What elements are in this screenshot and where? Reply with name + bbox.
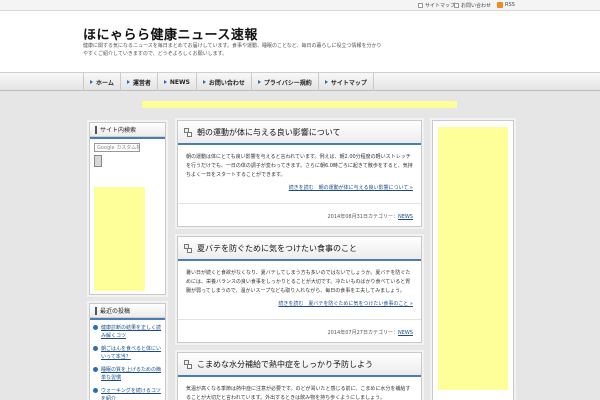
bullet-arrow-icon (93, 388, 98, 393)
rss-icon (497, 2, 503, 8)
post-title[interactable]: 朝の運動が体に与える良い影響について (197, 127, 341, 138)
sidebar-ad-right[interactable] (438, 127, 508, 390)
recent-post-link[interactable]: 健康診断の結果を正しく読み解くコツ (93, 324, 162, 340)
site-description: 健康に関する気になるニュースを毎日まとめてお届けしています。食事や運動、睡眠のこ… (83, 43, 382, 57)
arrow-right-icon (90, 80, 93, 84)
rss-link-label: RSS (505, 2, 515, 8)
recent-posts-widget: 最近の投稿 健康診断の結果を正しく読み解くコツ 朝ごはんを食べると体にいいって本… (89, 303, 166, 400)
post-excerpt: 気温が高くなる季節は熱中症に注意が必要です。のどが渇いたと感じる前に、こまめに水… (186, 386, 411, 400)
divider (178, 319, 421, 320)
recent-post-label: ウォーキングを続けるコツを紹介 (101, 388, 161, 400)
nav-item-operator[interactable]: 運営者 (119, 73, 157, 91)
sitemap-icon (418, 3, 423, 8)
search-input[interactable]: Google カスタム検索 (94, 143, 140, 152)
post-title[interactable]: こまめな水分補給で熱中症をしっかり予防しよう (197, 359, 373, 370)
category-link[interactable]: NEWS (398, 330, 413, 336)
sidebar-ad[interactable] (94, 187, 145, 291)
bullet-arrow-icon (93, 325, 98, 330)
post-excerpt: 暑い日が続くと食欲がなくなり、夏バテしてしまう方も多いのではないでしょうか。夏バ… (186, 270, 411, 294)
banner-ad[interactable] (142, 101, 457, 108)
post-meta: 2014年07月27日カテゴリー：NEWS (328, 329, 414, 336)
arrow-right-icon (163, 80, 167, 84)
nav-item-label: 運営者 (132, 79, 151, 87)
document-icon (184, 359, 193, 369)
nav-item-home[interactable]: ホーム (83, 73, 120, 91)
read-more-link[interactable]: 続きを読む 朝の運動が体に与える良い影響について » (178, 180, 421, 191)
bullet-arrow-icon (93, 367, 98, 372)
post-header: こまめな水分補給で熱中症をしっかり予防しよう (178, 353, 421, 377)
arrow-right-icon (257, 80, 261, 84)
recent-post-label: 健康診断の結果を正しく読み解くコツ (101, 325, 162, 339)
arrow-right-icon (202, 80, 206, 84)
contact-link[interactable]: お問い合わせ (454, 2, 491, 9)
nav-item-label: ホーム (96, 79, 114, 87)
divider (178, 203, 421, 204)
mail-icon (454, 3, 459, 8)
post-date: 2014年07月27日 (327, 330, 368, 336)
read-more-link[interactable]: 続きを読む 夏バテを防ぐために気をつけたい食事のこと » (178, 296, 421, 307)
nav-item-label: NEWS (169, 78, 190, 86)
recent-widget-title: 最近の投稿 (100, 308, 131, 315)
nav-item-label: プライバシー規約 (263, 79, 312, 87)
rss-link[interactable]: RSS (497, 2, 515, 8)
post-date: 2014年08月31日 (327, 214, 368, 220)
contact-link-label: お問い合わせ (461, 3, 492, 9)
recent-post-link[interactable]: 朝ごはんを食べると体にいいって本当？ (93, 345, 162, 361)
bullet-arrow-icon (93, 346, 98, 351)
nav-item-label: サイトマップ (330, 79, 367, 87)
recent-widget-header: 最近の投稿 (90, 304, 165, 318)
category-label: カテゴリー： (367, 214, 398, 220)
nav-item-label: お問い合わせ (208, 79, 245, 87)
sitemap-link[interactable]: サイトマップ (418, 2, 455, 9)
main-nav: ホーム 運営者 NEWS お問い合わせ プライバシー規約 サイトマップ (0, 72, 600, 91)
right-sidebar (432, 120, 514, 400)
nav-item-news[interactable]: NEWS (156, 73, 196, 91)
post-card: 朝の運動が体に与える良い影響について 朝の運動は体にとても良い影響を与えると言わ… (177, 120, 422, 227)
recent-post-link[interactable]: ウォーキングを続けるコツを紹介 (93, 387, 162, 400)
recent-post-label: 朝ごはんを食べると体にいいって本当？ (101, 346, 162, 360)
site-title[interactable]: ほにゃらら健康ニュース速報 (83, 24, 258, 43)
arrow-right-icon (324, 80, 328, 84)
heading-bar-icon (95, 306, 97, 315)
category-label: カテゴリー： (367, 330, 398, 336)
post-header: 朝の運動が体に与える良い影響について (178, 121, 421, 145)
post-title[interactable]: 夏バテを防ぐために気をつけたい食事のこと (197, 243, 357, 254)
post-card: 夏バテを防ぐために気をつけたい食事のこと 暑い日が続くと食欲がなくなり、夏バテし… (177, 236, 422, 343)
post-excerpt: 朝の運動は体にとても良い影響を与えると言われています。例えば、朝2.00分程度の… (186, 154, 413, 178)
post-meta: 2014年08月31日カテゴリー：NEWS (328, 213, 414, 220)
post-header: 夏バテを防ぐために気をつけたい食事のこと (178, 237, 421, 261)
recent-post-link[interactable]: 睡眠の質を上げるための簡単な習慣 (93, 366, 162, 382)
nav-item-privacy[interactable]: プライバシー規約 (250, 73, 318, 91)
arrow-right-icon (126, 80, 130, 84)
category-link[interactable]: NEWS (398, 214, 413, 220)
sitemap-link-label: サイトマップ (425, 3, 456, 9)
search-button[interactable] (94, 155, 102, 167)
document-icon (184, 127, 193, 137)
nav-item-sitemap[interactable]: サイトマップ (317, 73, 374, 91)
search-widget: サイト内検索 Google カスタム検索 (89, 122, 166, 295)
nav-item-contact[interactable]: お問い合わせ (195, 73, 251, 91)
site-header: ほにゃらら健康ニュース速報 健康に関する気になるニュースを毎日まとめてお届けして… (0, 11, 600, 72)
top-utility-bar: サイトマップ お問い合わせ RSS (0, 0, 600, 11)
recent-post-label: 睡眠の質を上げるための簡単な習慣 (101, 367, 162, 381)
search-widget-title: サイト内検索 (100, 127, 137, 134)
search-widget-header: サイト内検索 (90, 123, 165, 137)
document-icon (184, 243, 193, 253)
post-card: こまめな水分補給で熱中症をしっかり予防しよう 気温が高くなる季節は熱中症に注意が… (177, 352, 422, 400)
heading-bar-icon (95, 125, 97, 134)
